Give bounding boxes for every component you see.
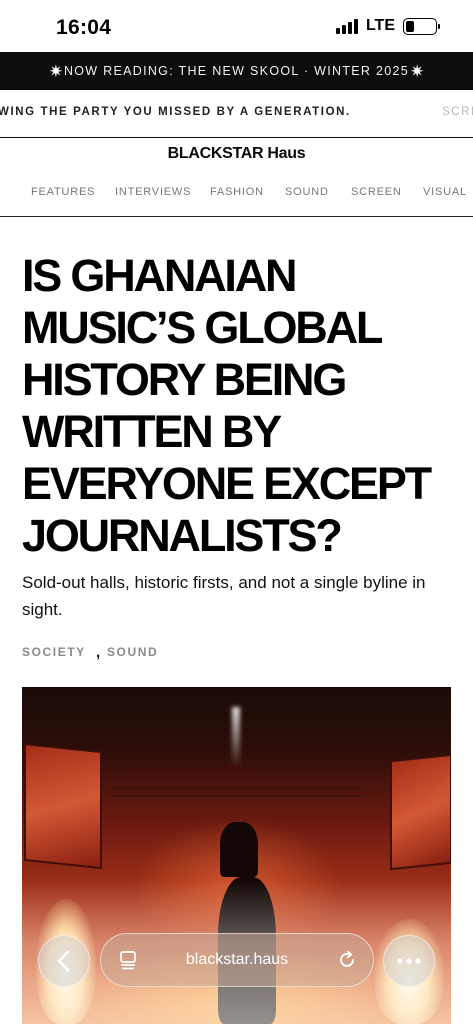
headline-ticker[interactable]: WING THE PARTY YOU MISSED BY A GENERATIO… (0, 90, 473, 138)
article-tags: SOCIETY , SOUND (22, 643, 158, 661)
nav-item-fashion[interactable]: FASHION (210, 186, 264, 198)
address-bar[interactable]: blackstar.haus (100, 933, 374, 987)
stage-screen-left (24, 742, 102, 870)
status-bar: 16:04 LTE (0, 0, 473, 52)
announcement-banner[interactable]: ✷ NOW READING: THE NEW SKOOL · WINTER 20… (0, 52, 473, 90)
more-button[interactable] (383, 935, 435, 987)
ticker-item[interactable]: WING THE PARTY YOU MISSED BY A GENERATIO… (0, 106, 351, 118)
stage-spotlight (232, 707, 240, 767)
battery-icon (403, 17, 440, 35)
network-type: LTE (365, 17, 395, 34)
nav-item-screen[interactable]: SCREEN (351, 186, 402, 198)
article-headline: IS GHANAIAN MUSIC’S GLOBAL HISTORY BEING… (22, 250, 432, 561)
tag-society[interactable]: SOCIETY (22, 645, 86, 659)
more-dots-icon (397, 958, 421, 964)
stage-performer-back (220, 822, 258, 877)
battery-level (406, 20, 415, 32)
nav-item-features[interactable]: FEATURES (31, 186, 95, 198)
nav-item-interviews[interactable]: INTERVIEWS (115, 186, 191, 198)
stage-truss (112, 787, 362, 797)
nav-item-visual[interactable]: VISUAL (423, 186, 467, 198)
article-standfirst: Sold-out halls, historic firsts, and not… (22, 573, 426, 619)
banner-text: NOW READING: THE NEW SKOOL · WINTER 2025 (63, 64, 410, 78)
signal-icon (335, 18, 358, 34)
back-button[interactable] (38, 935, 90, 987)
ticker-item-next[interactable]: SCRE (442, 106, 473, 118)
url-text[interactable]: blackstar.haus (101, 951, 373, 969)
tag-separator: , (95, 644, 102, 661)
status-indicators: LTE (335, 17, 440, 35)
tag-sound[interactable]: SOUND (107, 645, 158, 659)
star-icon: ✷ (410, 62, 425, 81)
star-icon: ✷ (48, 62, 63, 81)
reload-icon[interactable] (337, 950, 357, 970)
site-logo[interactable]: BLACKSTAR Haus (0, 145, 473, 163)
chevron-left-icon (57, 950, 70, 972)
status-time: 16:04 (56, 16, 112, 39)
stage-screen-right (390, 753, 451, 871)
section-nav: FEATURES INTERVIEWS FASHION SOUND SCREEN… (0, 185, 473, 217)
nav-item-sound[interactable]: SOUND (285, 186, 329, 198)
